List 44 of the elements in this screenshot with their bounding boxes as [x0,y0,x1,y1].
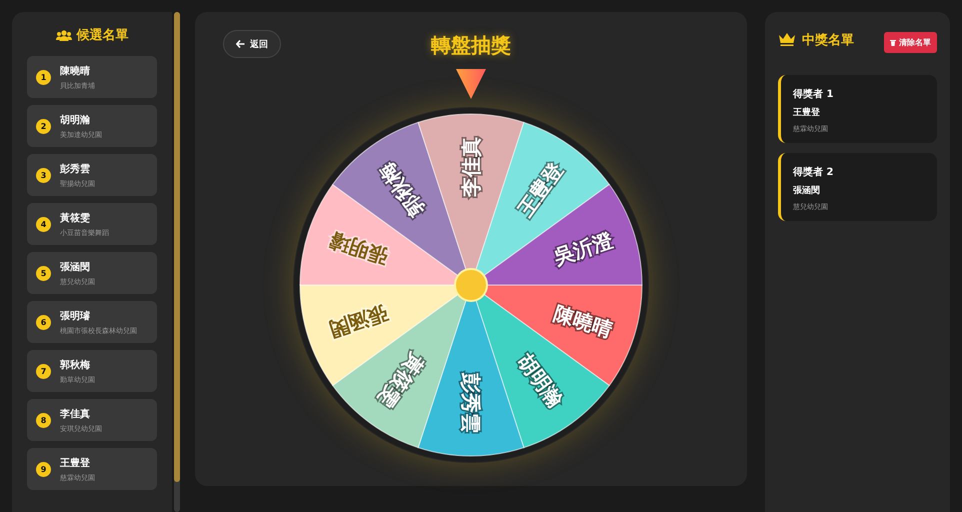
segment-label: 胡明瀚 [513,349,568,412]
candidate-name: 黃筱雯 [60,212,91,224]
candidate-name: 張明璿 [60,310,91,322]
trash-icon [890,39,896,46]
arrow-left-icon [236,40,245,48]
scrollbar-thumb[interactable] [174,12,180,482]
segment-label: 張明璿 [326,228,392,270]
candidate-name: 陳曉晴 [60,64,91,78]
winner-title: 得獎者 2 [793,166,834,179]
segment-label: 吳沂澄 [550,228,616,270]
segment-label: 王豊登 [513,158,568,221]
number-badge: 8 [36,412,51,428]
winner-title: 得獎者 1 [793,88,834,101]
segment-label: 張涵閔 [326,300,392,342]
candidate-name: 王豊登 [60,456,91,470]
candidate-name: 李佳真 [60,408,91,420]
winner-name: 張涵閔 [793,184,821,197]
number-badge: 2 [36,118,51,134]
candidate-name: 胡明瀚 [60,114,91,126]
users-icon [56,30,72,40]
pointer-icon [456,69,486,99]
number-badge: 5 [36,266,51,280]
candidate-name: 彭秀雲 [60,162,91,176]
candidate-name: 張涵閔 [60,260,91,274]
segment-label: 郭秋梅 [374,158,429,221]
clear-list-button[interactable]: 清除名單 [884,32,937,53]
candidate-name: 郭秋梅 [60,358,91,372]
number-badge: 7 [36,364,51,378]
winner-name: 王豊登 [793,106,821,119]
crown-icon [778,32,796,47]
candidates-title: 候選名單 [76,27,128,44]
number-badge: 1 [36,70,51,84]
number-badge: 4 [36,216,51,232]
wheel-hub [454,268,488,302]
segment-label: 李佳真 [459,137,483,197]
segment-label: 黃筱雯 [374,349,429,412]
number-badge: 9 [36,462,51,476]
segment-label: 陳曉晴 [550,300,616,342]
winners-title: 中獎名單 [802,32,854,48]
wheel-title: 轉盤抽獎 [431,32,511,59]
number-badge: 3 [36,168,51,182]
back-button[interactable]: 返回 [223,30,281,58]
segment-label: 彭秀雲 [459,373,483,433]
number-badge: 6 [36,314,51,330]
